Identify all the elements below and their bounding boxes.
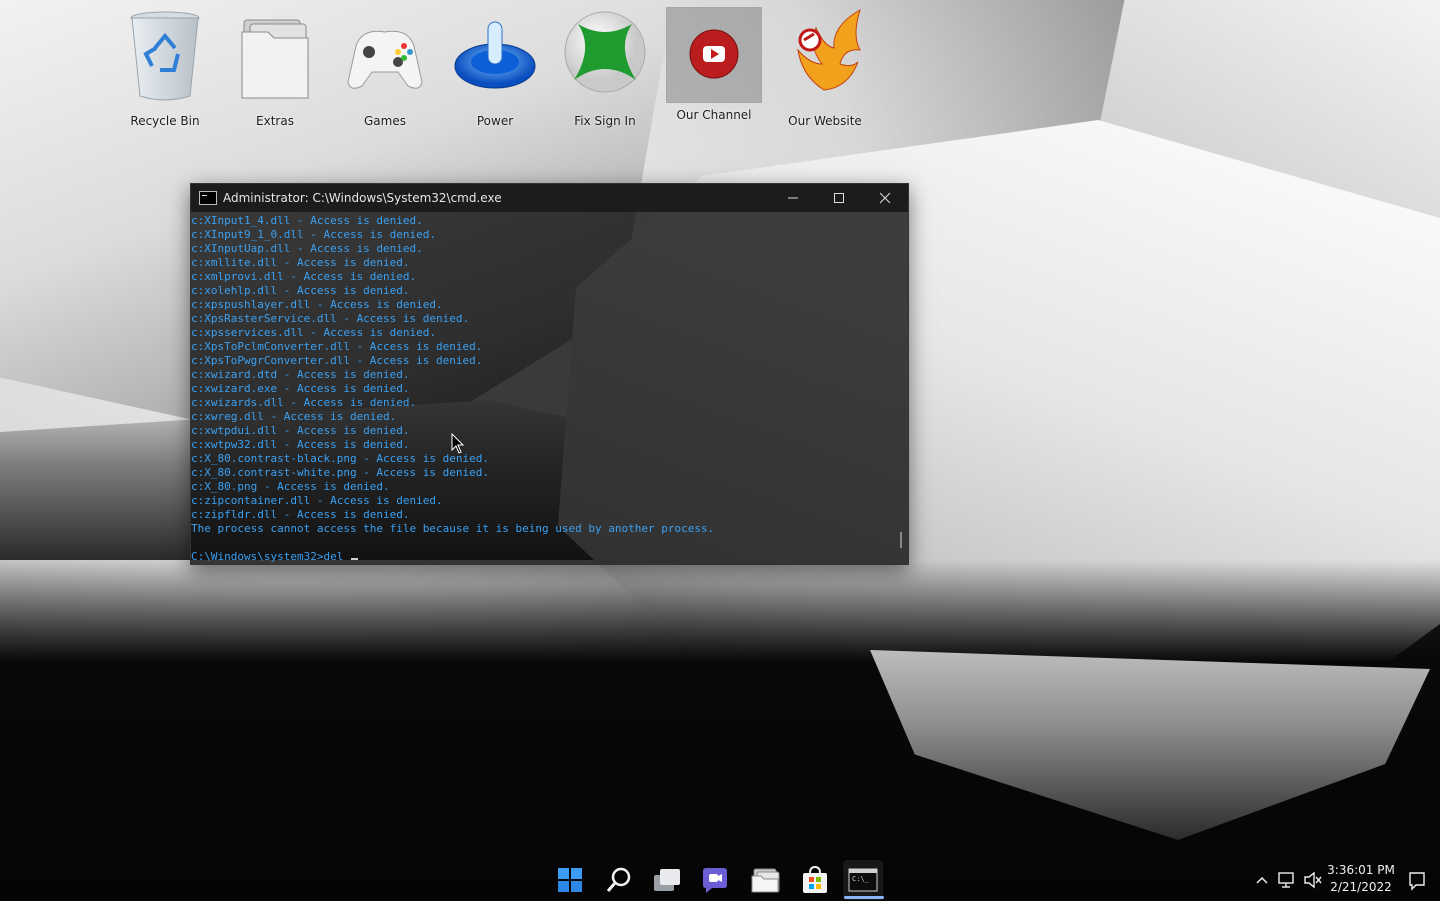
console-line: c:XpsRasterService.dll - Access is denie… bbox=[191, 312, 470, 325]
console-line: The process cannot access the file becau… bbox=[191, 522, 715, 535]
task-view-button[interactable] bbox=[647, 860, 687, 900]
console-line: c:zipcontainer.dll - Access is denied. bbox=[191, 494, 443, 507]
console-line: c:X_80.contrast-black.png - Access is de… bbox=[191, 452, 490, 465]
folder-icon bbox=[232, 6, 318, 99]
store-button[interactable] bbox=[795, 860, 835, 900]
desktop-icon-label: Power bbox=[476, 114, 514, 128]
console-line: c:XInput1_4.dll - Access is denied. bbox=[191, 214, 423, 227]
desktop-icon-label: Our Channel bbox=[676, 108, 752, 122]
console-line: c:XpsToPwgrConverter.dll - Access is den… bbox=[191, 354, 483, 367]
console-line: c:xwtpdui.dll - Access is denied. bbox=[191, 424, 410, 437]
chat-button[interactable] bbox=[695, 860, 735, 900]
maximize-button[interactable] bbox=[816, 184, 862, 212]
desktop-icon-label: Extras bbox=[256, 114, 294, 128]
console-line: c:xmlprovi.dll - Access is denied. bbox=[191, 270, 417, 283]
maximize-icon bbox=[834, 193, 844, 203]
start-button[interactable] bbox=[550, 860, 590, 900]
console-line: c:xwizard.exe - Access is denied. bbox=[191, 382, 410, 395]
scrollbar-thumb[interactable] bbox=[900, 532, 902, 548]
chat-icon bbox=[703, 868, 727, 893]
notification-icon bbox=[1409, 872, 1425, 891]
console-line: c:XInput9_1_0.dll - Access is denied. bbox=[191, 228, 437, 241]
network-icon bbox=[1278, 872, 1294, 888]
volume-button[interactable] bbox=[1303, 862, 1323, 898]
search-icon bbox=[606, 867, 631, 892]
cmd-taskbar-button[interactable]: C:\_ bbox=[843, 860, 883, 900]
desktop-icon-extras[interactable]: Extras bbox=[223, 6, 327, 128]
desktop-icon-label: Games bbox=[364, 114, 406, 128]
desktop-icon-our-channel[interactable]: Our Channel bbox=[666, 7, 762, 122]
desktop-icon-label: Fix Sign In bbox=[574, 114, 636, 128]
desktop-icon-our-website[interactable]: Our Website bbox=[773, 6, 877, 128]
desktop-icon-label: Our Website bbox=[788, 114, 862, 128]
desktop-icon-fix-sign-in[interactable]: Fix Sign In bbox=[553, 6, 657, 128]
desktop-icon-games[interactable]: Games bbox=[333, 6, 437, 128]
desktop-icon-label: Recycle Bin bbox=[130, 114, 200, 128]
window-titlebar[interactable]: Administrator: C:\Windows\System32\cmd.e… bbox=[191, 184, 908, 212]
desktop-icon-recycle-bin[interactable]: Recycle Bin bbox=[113, 6, 217, 128]
clock-date: 2/21/2022 bbox=[1330, 880, 1392, 894]
power-icon bbox=[452, 6, 538, 96]
active-app-indicator bbox=[844, 896, 884, 899]
desktop-icon-power[interactable]: Power bbox=[443, 6, 547, 128]
console-output[interactable]: c:XInput1_4.dll - Access is denied. c:XI… bbox=[191, 212, 898, 564]
console-line: c:xolehlp.dll - Access is denied. bbox=[191, 284, 410, 297]
console-line: c:xpspushlayer.dll - Access is denied. bbox=[191, 298, 443, 311]
console-line: c:xmllite.dll - Access is denied. bbox=[191, 256, 410, 269]
recycle-bin-icon bbox=[122, 6, 208, 101]
windows-logo-icon bbox=[558, 868, 582, 892]
cmd-app-icon bbox=[199, 191, 217, 205]
console-line: c:zipfldr.dll - Access is denied. bbox=[191, 508, 410, 521]
close-button[interactable] bbox=[862, 184, 908, 212]
console-line: c:XpsToPclmConverter.dll - Access is den… bbox=[191, 340, 483, 353]
console-line: c:XInputUap.dll - Access is denied. bbox=[191, 242, 423, 255]
window-title: Administrator: C:\Windows\System32\cmd.e… bbox=[223, 191, 502, 205]
console-line: c:xwtpw32.dll - Access is denied. bbox=[191, 438, 410, 451]
file-explorer-icon bbox=[751, 868, 780, 893]
phoenix-icon bbox=[782, 6, 868, 96]
volume-muted-icon bbox=[1304, 871, 1322, 889]
minimize-icon bbox=[788, 197, 798, 199]
search-button[interactable] bbox=[599, 860, 639, 900]
xbox-icon bbox=[562, 6, 648, 96]
minimize-button[interactable] bbox=[770, 184, 816, 212]
store-icon bbox=[803, 865, 827, 893]
clock-time: 3:36:01 PM bbox=[1327, 863, 1395, 877]
close-icon bbox=[879, 192, 891, 204]
command-prompt: C:\Windows\system32>del bbox=[191, 550, 350, 563]
cmd-window[interactable]: Administrator: C:\Windows\System32\cmd.e… bbox=[190, 183, 909, 565]
youtube-icon bbox=[667, 8, 761, 102]
console-line: c:xwizard.dtd - Access is denied. bbox=[191, 368, 410, 381]
show-hidden-icons-button[interactable] bbox=[1254, 862, 1270, 898]
task-view-icon bbox=[654, 869, 680, 891]
gamepad-icon bbox=[342, 6, 428, 96]
notifications-button[interactable] bbox=[1408, 862, 1426, 898]
chevron-up-icon bbox=[1256, 876, 1268, 884]
console-line: c:xwizards.dll - Access is denied. bbox=[191, 396, 417, 409]
svg-text:C:\_: C:\_ bbox=[852, 875, 870, 883]
console-line: c:xpsservices.dll - Access is denied. bbox=[191, 326, 437, 339]
command-prompt-line[interactable]: C:\Windows\system32>del bbox=[191, 550, 898, 564]
cmd-icon: C:\_ bbox=[848, 868, 878, 892]
console-line: c:X_80.contrast-white.png - Access is de… bbox=[191, 466, 490, 479]
text-caret bbox=[350, 558, 358, 560]
console-line: c:xwreg.dll - Access is denied. bbox=[191, 410, 397, 423]
file-explorer-button[interactable] bbox=[745, 860, 785, 900]
clock[interactable]: 3:36:01 PM 2/21/2022 bbox=[1326, 862, 1396, 896]
console-line: c:X_80.png - Access is denied. bbox=[191, 480, 390, 493]
network-button[interactable] bbox=[1277, 862, 1297, 898]
